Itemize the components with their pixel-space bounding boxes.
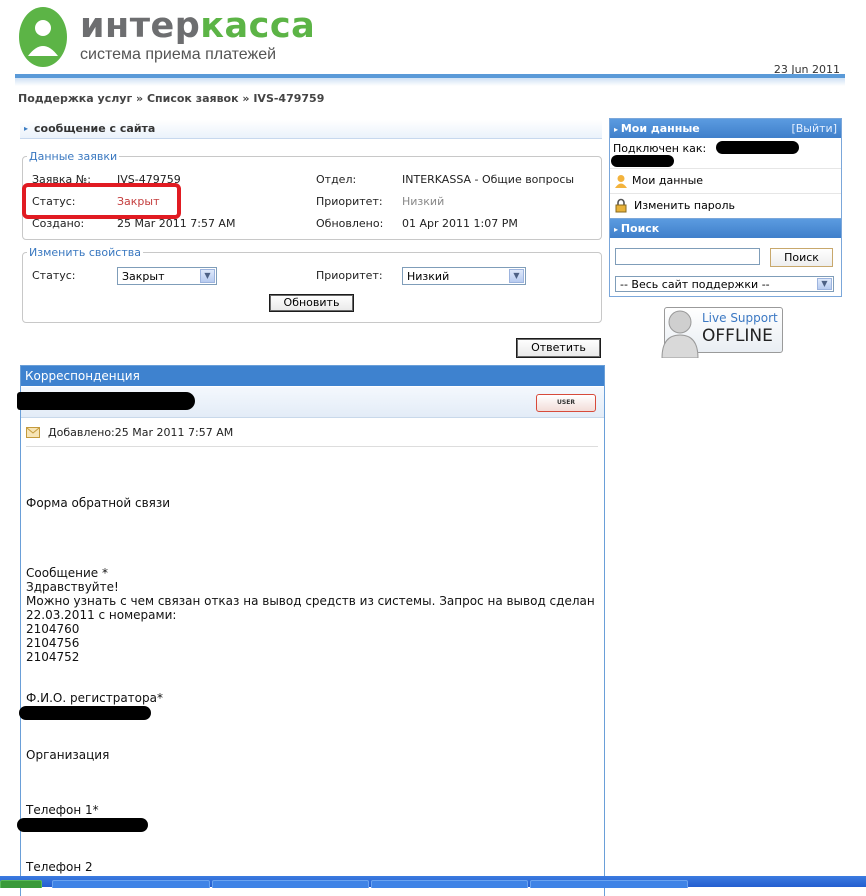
sidebar-panel: ▸ Мои данные [Выйти] Подключен как: Мои … (609, 118, 842, 297)
message-author-bar: USER (17, 387, 604, 418)
my-data-link-row[interactable]: Мои данные (610, 168, 841, 193)
change-priority-label: Приоритет: (316, 269, 383, 282)
live-support-status: OFFLINE (702, 326, 773, 346)
user-badge: USER (536, 394, 596, 412)
status-select[interactable]: Закрыт ▼ (117, 267, 217, 285)
search-title-text: Поиск (620, 222, 660, 235)
phone1-label: Телефон 1* (26, 803, 99, 817)
support-person-icon (661, 310, 699, 358)
phone2-label: Телефон 2 (26, 860, 93, 874)
message-body-line1: Можно узнать с чем связан отказ на вывод… (26, 594, 595, 608)
priority-select[interactable]: Низкий ▼ (402, 267, 526, 285)
logout-link[interactable]: [Выйти] (791, 119, 837, 138)
search-header: ▸ Поиск (610, 218, 841, 238)
header-bar-gradient (15, 78, 845, 86)
envelope-icon (26, 427, 40, 438)
priority-label: Приоритет: (316, 195, 383, 208)
redacted-username-2 (611, 155, 674, 167)
correspondence-title: Корреспонденция (21, 366, 604, 386)
request-number-1: 2104760 (26, 622, 80, 636)
message-body-line2: 22.03.2011 с номерами: (26, 608, 177, 622)
brand-tagline: система приема платежей (80, 46, 277, 63)
redacted-phone1 (17, 818, 148, 832)
connected-as-label: Подключен как: (613, 142, 707, 155)
department-value: INTERKASSA - Общие вопросы (402, 173, 575, 186)
brand-name: интеркасса (80, 6, 316, 46)
redacted-author (17, 392, 195, 410)
update-button[interactable]: Обновить (269, 294, 354, 312)
fio-label: Ф.И.О. регистратора* (26, 691, 163, 705)
arrow-icon: ▸ (614, 125, 621, 134)
search-scope-select[interactable]: -- Весь сайт поддержки -- ▼ (615, 276, 834, 292)
my-data-link[interactable]: Мои данные (632, 174, 703, 187)
search-title: ▸ Поиск (614, 219, 659, 239)
message-greeting: Здравствуйте! (26, 580, 119, 594)
redacted-username (716, 141, 799, 154)
ticket-info-legend: Данные заявки (29, 150, 118, 163)
chevron-down-icon[interactable]: ▼ (509, 269, 524, 283)
correspondence-panel: Корреспонденция USER Добавлено:25 Mar 20… (17, 365, 605, 896)
request-number-2: 2104756 (26, 636, 80, 650)
divider (26, 446, 598, 447)
updated-value: 01 Apr 2011 1:07 PM (402, 217, 518, 230)
search-input[interactable] (615, 248, 760, 265)
connected-as-row: Подключен как: (610, 138, 841, 168)
arrow-icon: ▸ (24, 124, 29, 133)
chevron-down-icon[interactable]: ▼ (200, 269, 215, 283)
user-icon (615, 175, 627, 188)
form-title: Форма обратной связи (26, 496, 171, 510)
organization-label: Организация (26, 748, 110, 762)
search-button[interactable]: Поиск (770, 248, 833, 267)
updated-label: Обновлено: (316, 217, 384, 230)
change-status-label: Статус: (32, 269, 76, 282)
priority-select-value: Низкий (407, 270, 450, 283)
search-scope-value: -- Весь сайт поддержки -- (620, 278, 770, 291)
added-timestamp: Добавлено:25 Mar 2011 7:57 AM (48, 426, 234, 439)
reply-button[interactable]: Ответить (516, 338, 601, 358)
interkassa-logo[interactable]: интеркасса система приема платежей (18, 4, 315, 70)
department-label: Отдел: (316, 173, 357, 186)
logo-person-icon (19, 7, 67, 67)
breadcrumb[interactable]: Поддержка услуг » Список заявок » IVS-47… (18, 92, 324, 105)
change-properties-legend: Изменить свойства (29, 246, 141, 259)
my-data-title-text: Мои данные (620, 122, 700, 135)
message-label: Сообщение * (26, 566, 108, 580)
section-title: сообщение с сайта (34, 122, 156, 135)
redacted-fio (19, 706, 151, 720)
priority-value: Низкий (402, 195, 445, 208)
change-password-row[interactable]: Изменить пароль (610, 193, 841, 218)
chevron-down-icon[interactable]: ▼ (817, 278, 832, 290)
status-highlight-annotation (22, 183, 181, 219)
my-data-title: ▸ Мои данные (614, 119, 700, 139)
status-select-value: Закрыт (122, 270, 165, 283)
my-data-header: ▸ Мои данные [Выйти] (610, 119, 841, 138)
lock-icon (615, 198, 627, 213)
search-area: Поиск -- Весь сайт поддержки -- ▼ (610, 238, 841, 296)
section-header: ▸ сообщение с сайта (20, 120, 602, 139)
live-support-widget[interactable]: Live Support OFFLINE (661, 307, 783, 358)
arrow-icon: ▸ (614, 225, 621, 234)
request-number-3: 2104752 (26, 650, 80, 664)
change-password-link[interactable]: Изменить пароль (634, 199, 735, 212)
live-support-label: Live Support (702, 311, 778, 325)
